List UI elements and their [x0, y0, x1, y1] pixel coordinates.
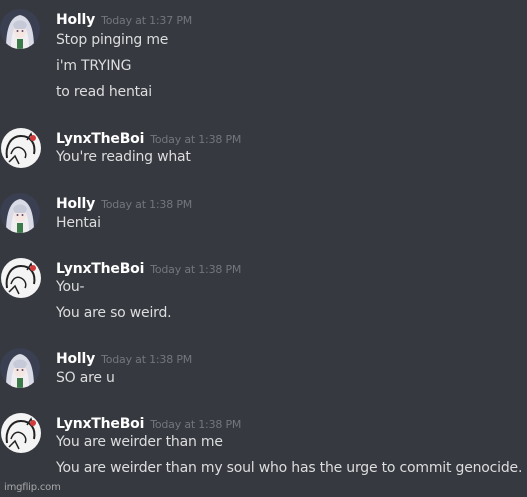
message-text: to read hentai — [56, 84, 152, 100]
timestamp: Today at 1:38 PM — [101, 198, 193, 211]
timestamp: Today at 1:38 PM — [150, 133, 242, 146]
message-group: LynxTheBoi Today at 1:38 PM You- You are … — [0, 258, 527, 328]
message-text: Hentai — [56, 215, 101, 231]
message-text: SO are u — [56, 370, 115, 386]
message-text: You- — [56, 279, 85, 295]
avatar[interactable] — [1, 413, 41, 453]
sketch-character-avatar-icon — [1, 413, 41, 453]
message-text: You are weirder than me — [56, 434, 223, 450]
message-header: LynxTheBoi Today at 1:38 PM — [56, 258, 241, 278]
avatar[interactable] — [0, 193, 40, 233]
anime-girl-avatar-icon — [0, 348, 40, 388]
username[interactable]: Holly — [56, 351, 95, 367]
username[interactable]: Holly — [56, 196, 95, 212]
chat-message-list: Holly Today at 1:37 PM Stop pinging me i'… — [0, 0, 527, 497]
username[interactable]: LynxTheBoi — [56, 261, 144, 277]
avatar[interactable] — [1, 128, 41, 168]
avatar[interactable] — [0, 348, 40, 388]
timestamp: Today at 1:38 PM — [101, 353, 193, 366]
username[interactable]: LynxTheBoi — [56, 416, 144, 432]
message-text: Stop pinging me — [56, 32, 169, 48]
message-text: You are so weird. — [56, 305, 172, 321]
message-group: Holly Today at 1:38 PM SO are u — [0, 348, 527, 393]
message-group: LynxTheBoi Today at 1:38 PM You're readin… — [0, 128, 527, 173]
username[interactable]: Holly — [56, 12, 95, 28]
anime-girl-avatar-icon — [0, 193, 40, 233]
avatar[interactable] — [1, 258, 41, 298]
message-group: LynxTheBoi Today at 1:38 PM You are weird… — [0, 413, 527, 483]
username[interactable]: LynxTheBoi — [56, 131, 144, 147]
imgflip-watermark: imgflip.com — [4, 482, 61, 493]
message-header: Holly Today at 1:37 PM — [56, 9, 192, 29]
message-group: Holly Today at 1:37 PM Stop pinging me i'… — [0, 9, 527, 104]
avatar[interactable] — [0, 9, 40, 49]
message-text: i'm TRYING — [56, 58, 132, 74]
message-text: You're reading what — [56, 149, 191, 165]
message-group: Holly Today at 1:38 PM Hentai — [0, 193, 527, 238]
sketch-character-avatar-icon — [1, 128, 41, 168]
timestamp: Today at 1:37 PM — [101, 14, 193, 27]
message-header: Holly Today at 1:38 PM — [56, 348, 192, 368]
message-header: LynxTheBoi Today at 1:38 PM — [56, 128, 241, 148]
timestamp: Today at 1:38 PM — [150, 418, 242, 431]
sketch-character-avatar-icon — [1, 258, 41, 298]
message-header: LynxTheBoi Today at 1:38 PM — [56, 413, 241, 433]
timestamp: Today at 1:38 PM — [150, 263, 242, 276]
anime-girl-avatar-icon — [0, 9, 40, 49]
message-text: You are weirder than my soul who has the… — [56, 460, 523, 476]
message-header: Holly Today at 1:38 PM — [56, 193, 192, 213]
